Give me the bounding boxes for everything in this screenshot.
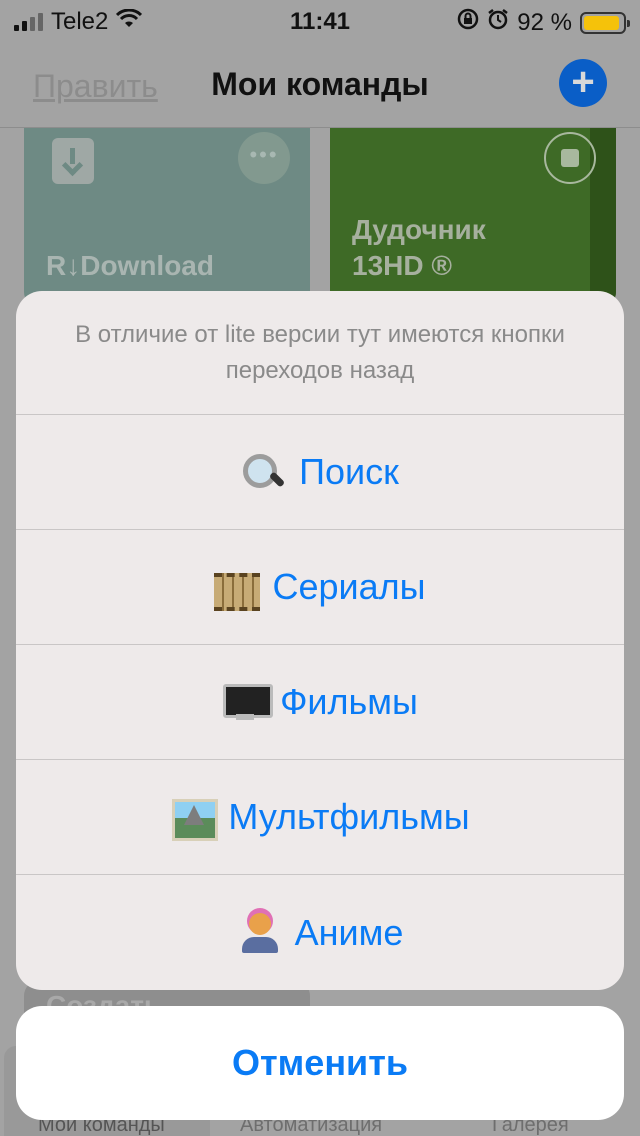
navigation-bar: Править Мои команды + bbox=[0, 44, 640, 128]
option-cartoons[interactable]: Мультфильмы bbox=[16, 760, 624, 875]
person-with-pink-hair-icon bbox=[237, 912, 283, 953]
battery-percent: 92 % bbox=[517, 8, 572, 36]
framed-picture-icon bbox=[170, 797, 219, 841]
status-bar: Tele2 11:41 92 % bbox=[0, 0, 640, 44]
option-label: Фильмы bbox=[280, 681, 418, 722]
magnifier-icon bbox=[241, 452, 287, 492]
shortcut-tile-dudochnik[interactable]: Дудочник 13HD ® bbox=[330, 128, 616, 308]
battery-icon bbox=[580, 11, 630, 34]
film-frames-icon bbox=[214, 567, 261, 611]
stop-icon[interactable] bbox=[544, 132, 596, 184]
orientation-lock-icon bbox=[457, 8, 479, 37]
shortcut-name: R↓Download bbox=[46, 250, 214, 281]
option-anime[interactable]: Аниме bbox=[16, 875, 624, 990]
shortcut-name-line1: Дудочник bbox=[352, 214, 486, 245]
alarm-icon bbox=[487, 8, 509, 37]
action-sheet-message: В отличие от lite версии тут имеются кно… bbox=[16, 291, 624, 415]
desktop-computer-icon bbox=[222, 682, 274, 722]
shortcut-tile-download[interactable]: ••• R↓Download bbox=[24, 128, 310, 308]
more-icon[interactable]: ••• bbox=[238, 132, 290, 184]
option-series[interactable]: Сериалы bbox=[16, 530, 624, 645]
page-title: Мои команды bbox=[211, 66, 429, 102]
option-search[interactable]: Поиск bbox=[16, 415, 624, 530]
download-icon bbox=[52, 138, 94, 184]
battery-fill bbox=[584, 15, 619, 30]
action-sheet: В отличие от lite версии тут имеются кно… bbox=[16, 291, 624, 990]
plus-icon[interactable]: + bbox=[559, 59, 607, 107]
cancel-button[interactable]: Отменить bbox=[16, 1006, 624, 1120]
option-label: Мультфильмы bbox=[228, 796, 470, 837]
option-label: Поиск bbox=[299, 451, 399, 492]
shortcut-name: Дудочник 13HD ® bbox=[352, 212, 486, 284]
shortcut-name-line2: 13HD ® bbox=[352, 250, 452, 281]
option-movies[interactable]: Фильмы bbox=[16, 645, 624, 760]
option-label: Аниме bbox=[294, 911, 404, 953]
status-right-group: 92 % bbox=[457, 8, 630, 37]
option-label: Сериалы bbox=[272, 566, 426, 607]
